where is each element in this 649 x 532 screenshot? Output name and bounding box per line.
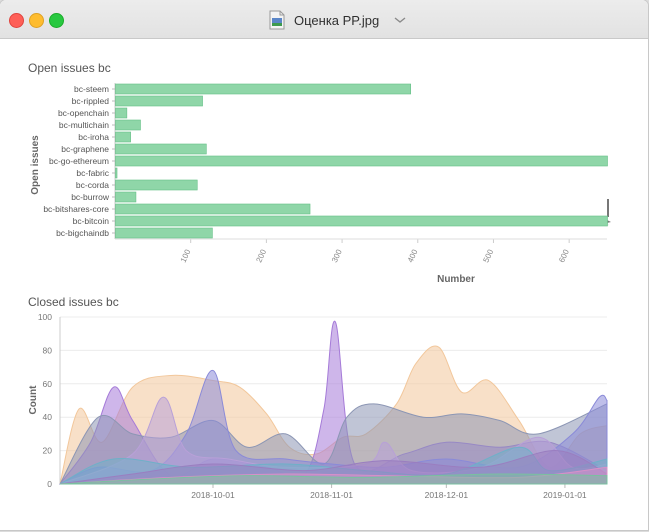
closed-issues-chart-title: Closed issues bc <box>28 295 119 309</box>
bar-category-label: bc-burrow <box>71 192 110 202</box>
bar-category-label: bc-fabric <box>76 168 109 178</box>
bar-bc-bigchaindb <box>115 227 213 239</box>
image-file-icon <box>269 10 285 30</box>
bar-bc-burrow <box>115 191 137 203</box>
bar-x-tick-label: 400 <box>406 248 420 264</box>
area-x-tick-label: 2019-01-01 <box>543 490 587 500</box>
open-issues-bar-chart: Open issues Number 100 200 300 400 500 600 bc-… <box>30 83 611 285</box>
image-viewer-window: Оценка PP.jpg Open issues bc Open issues… <box>0 0 648 530</box>
bar-x-tick-label: 500 <box>481 248 495 264</box>
bar-bc-bitcoin <box>115 215 608 227</box>
area-x-tick-label: 2018-10-01 <box>191 490 235 500</box>
area-y-tick-label: 20 <box>43 446 53 456</box>
bar-bc-bitshares-core <box>115 203 311 215</box>
image-content: Open issues bc Open issues Number 100 200… <box>0 39 648 530</box>
bar-x-tick-label: 200 <box>254 248 268 264</box>
bar-category-label: bc-iroha <box>78 132 109 142</box>
area-y-tick-label: 80 <box>43 345 53 355</box>
title-bar[interactable]: Оценка PP.jpg <box>0 0 648 39</box>
bar-bc-openchain <box>115 107 128 119</box>
bar-bc-graphene <box>115 143 207 155</box>
bar-bc-fabric <box>115 167 118 179</box>
bar-bc-multichain <box>115 119 141 131</box>
bar-category-label: bc-openchain <box>58 108 109 118</box>
minimize-window-button[interactable] <box>29 13 44 28</box>
bar-bc-steem <box>115 83 412 95</box>
maximize-window-button[interactable] <box>49 13 64 28</box>
bar-bc-corda <box>115 179 198 191</box>
window-title-group[interactable]: Оценка PP.jpg <box>268 9 407 31</box>
bar-category-label: bc-rippled <box>72 96 110 106</box>
bar-x-tick-label: 300 <box>330 248 344 264</box>
bar-category-label: bc-go-ethereum <box>49 156 109 166</box>
bar-category-label: bc-corda <box>76 180 109 190</box>
area-y-tick-label: 60 <box>43 379 53 389</box>
bar-x-axis-label: Number <box>437 274 475 285</box>
area-y-tick-label: 0 <box>47 479 52 489</box>
bar-x-tick-label: 100 <box>179 248 193 264</box>
bar-category-label: bc-multichain <box>59 120 109 130</box>
area-y-tick-label: 40 <box>43 412 53 422</box>
area-x-tick-label: 2018-11-01 <box>310 490 353 500</box>
bar-bc-go-ethereum <box>115 155 608 167</box>
bar-bc-iroha <box>115 131 131 143</box>
bar-category-label: bc-bitshares-core <box>43 204 109 214</box>
area-y-axis-label: Count <box>28 385 39 415</box>
bar-x-tick-label: 600 <box>557 248 571 264</box>
window-title: Оценка PP.jpg <box>294 12 380 28</box>
scroll-handle[interactable] <box>607 199 609 217</box>
bar-category-label: bc-steem <box>74 84 109 94</box>
bar-category-label: bc-graphene <box>61 144 109 154</box>
closed-issues-area-chart: Count 0 20 40 60 80 100 2018-10-01 2018-11-01 20… <box>28 312 608 500</box>
open-issues-chart-title: Open issues bc <box>28 61 111 75</box>
bar-category-label: bc-bitcoin <box>73 216 110 226</box>
bar-category-label: bc-bigchaindb <box>56 228 109 238</box>
chevron-down-icon[interactable] <box>393 15 407 25</box>
close-window-button[interactable] <box>9 13 24 28</box>
area-x-tick-label: 2018-12-01 <box>425 490 469 500</box>
bar-bc-rippled <box>115 95 203 107</box>
area-y-tick-label: 100 <box>38 312 52 322</box>
bar-y-axis-label: Open issues <box>30 135 41 195</box>
